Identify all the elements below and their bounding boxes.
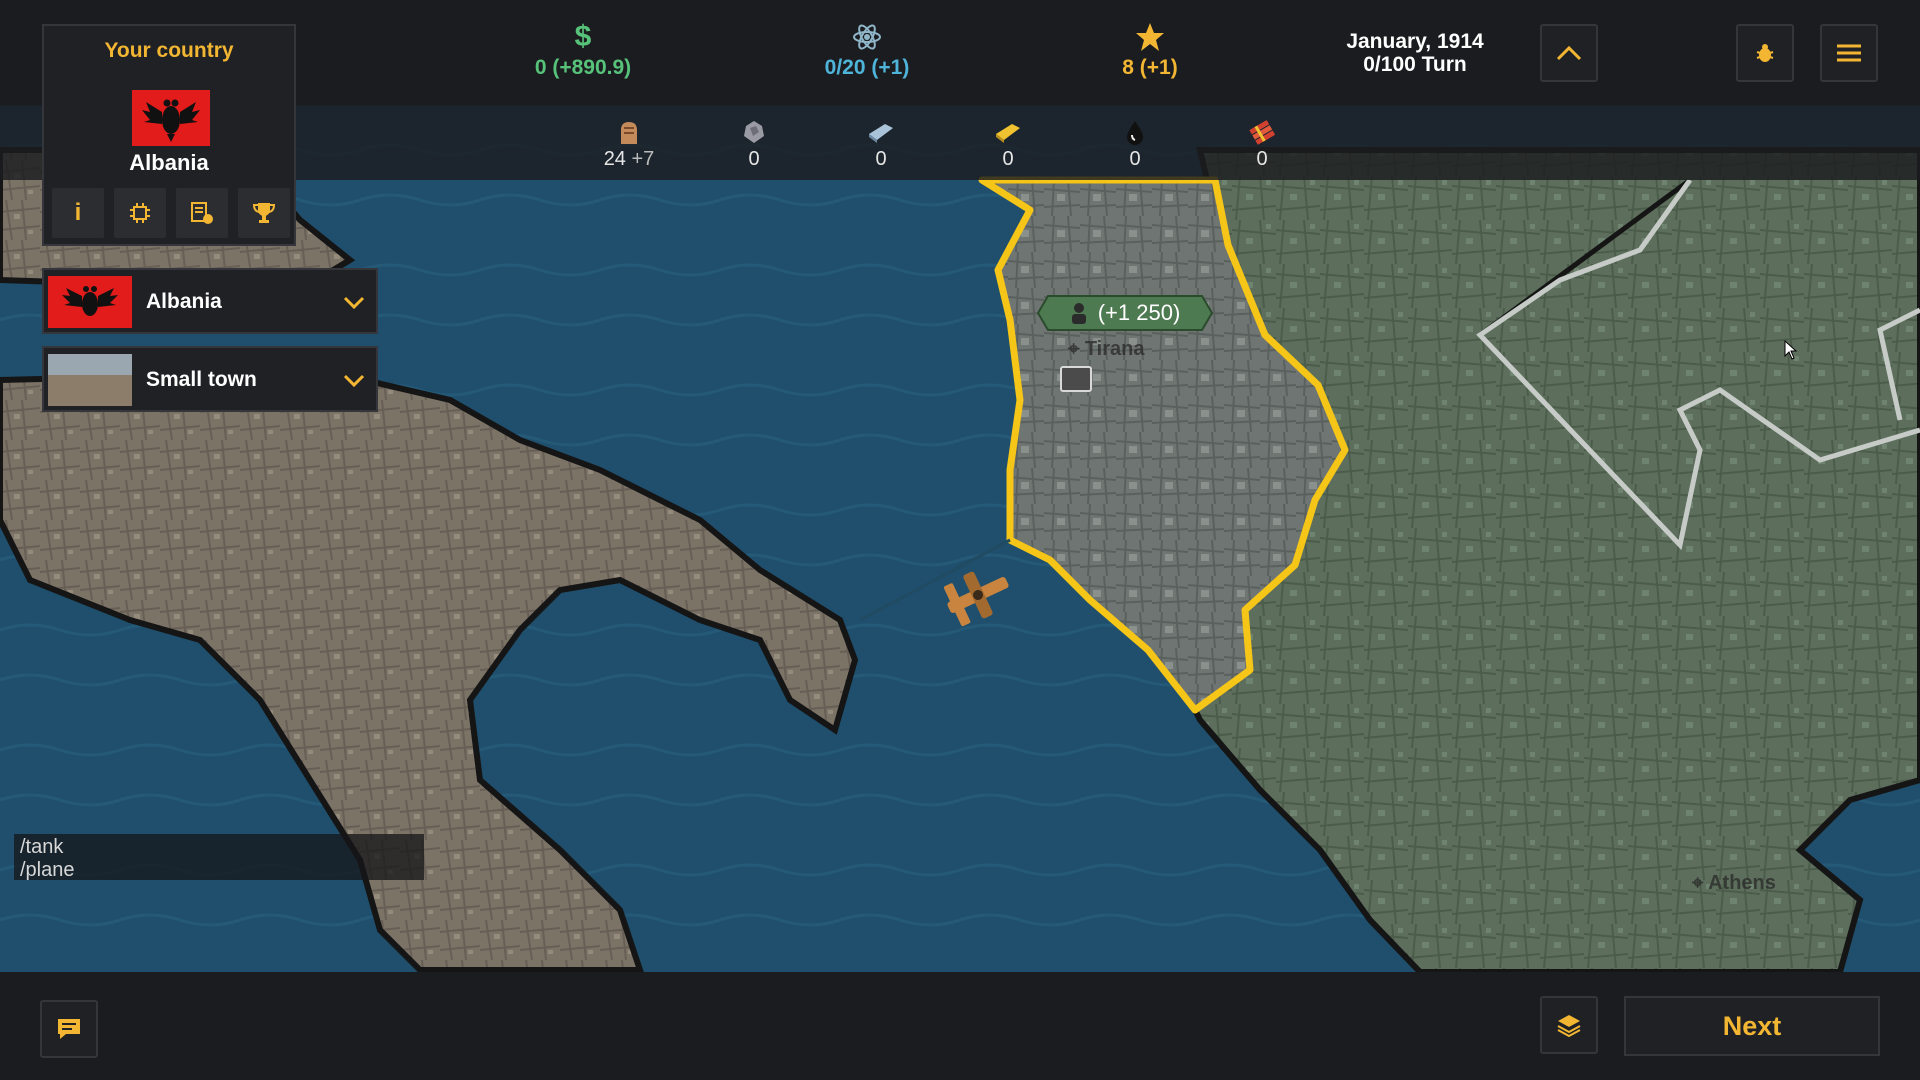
oil-value: 0 xyxy=(1129,148,1141,170)
city-name-capital: Tirana xyxy=(1084,338,1145,360)
layers-icon xyxy=(1557,1015,1581,1037)
trophy-icon xyxy=(252,203,276,223)
science-value: 0/20 (+1) xyxy=(824,56,910,79)
console-line: /plane xyxy=(20,859,75,881)
console-line: /tank xyxy=(20,836,64,858)
country-name: Albania xyxy=(129,150,209,175)
tank-unit[interactable] xyxy=(1060,366,1092,392)
chevron-down-icon xyxy=(343,374,365,388)
gold-value: 0 xyxy=(1002,148,1014,170)
manpower-icon xyxy=(579,118,679,146)
turn-counter: 0/100 Turn xyxy=(1363,53,1467,76)
chat-button[interactable] xyxy=(40,1000,98,1058)
prestige-value: 8 (+1) xyxy=(1122,56,1178,79)
info-icon: i xyxy=(74,199,82,226)
resource-gold[interactable]: 0 xyxy=(958,118,1058,171)
policy-icon xyxy=(191,202,213,224)
population-badge: (+1 250) xyxy=(1036,294,1214,332)
prestige-stat[interactable]: 8 (+1) xyxy=(1040,22,1260,80)
science-stat[interactable]: 0/20 (+1) xyxy=(757,22,977,80)
region-selector-label: Small town xyxy=(146,368,257,391)
iron-icon xyxy=(704,118,804,146)
resource-manpower[interactable]: 24 +7 xyxy=(579,118,679,171)
albania-flag xyxy=(132,90,210,146)
map-layers-button[interactable] xyxy=(1540,996,1598,1054)
explosives-value: 0 xyxy=(1256,148,1268,170)
city-label-capital[interactable]: ⌖ Tirana xyxy=(1068,338,1145,361)
country-card: Your country Albania i xyxy=(42,24,296,246)
chevron-up-icon xyxy=(1556,45,1582,61)
dollar-icon: $ xyxy=(574,20,592,53)
current-date: January, 1914 xyxy=(1346,30,1484,53)
collapse-button[interactable] xyxy=(1540,24,1598,82)
policy-button[interactable] xyxy=(176,188,228,238)
hamburger-icon xyxy=(1837,44,1861,62)
population-growth-label: (+1 250) xyxy=(1097,300,1181,325)
oil-icon xyxy=(1085,118,1185,146)
resource-explosives[interactable]: 0 xyxy=(1212,118,1312,171)
country-selector-label: Albania xyxy=(146,290,222,313)
command-console: /tank /plane xyxy=(14,834,424,881)
bug-icon xyxy=(1756,44,1774,62)
money-value: 0 (+890.9) xyxy=(534,56,632,79)
resource-oil[interactable]: 0 xyxy=(1085,118,1185,171)
city-label-other[interactable]: ⌖ Athens xyxy=(1692,872,1776,895)
manpower-delta: +7 xyxy=(631,148,655,170)
location-pin-icon: ⌖ xyxy=(1692,872,1704,894)
country-selector[interactable]: Albania xyxy=(42,268,378,334)
resource-iron[interactable]: 0 xyxy=(704,118,804,171)
small-town-thumbnail xyxy=(48,354,132,406)
manpower-value: 24 xyxy=(603,148,626,170)
gold-icon xyxy=(958,118,1058,146)
next-turn-label: Next xyxy=(1722,1010,1782,1041)
resource-steel[interactable]: 0 xyxy=(831,118,931,171)
explosives-icon xyxy=(1212,118,1312,146)
region-selector[interactable]: Small town xyxy=(42,346,378,412)
country-card-title: Your country xyxy=(104,39,234,62)
mouse-cursor-icon xyxy=(1784,340,1798,360)
country-info-button[interactable]: i xyxy=(52,188,104,238)
technology-icon xyxy=(130,203,150,223)
iron-value: 0 xyxy=(748,148,760,170)
money-stat[interactable]: $ 0 (+890.9) xyxy=(473,22,693,80)
albania-flag-thumb xyxy=(48,276,132,328)
steel-icon xyxy=(831,118,931,146)
technology-button[interactable] xyxy=(114,188,166,238)
city-name-other: Athens xyxy=(1708,872,1776,894)
soldier-icon xyxy=(1070,302,1088,324)
star-icon xyxy=(1040,22,1260,52)
achievements-button[interactable] xyxy=(238,188,290,238)
atom-icon xyxy=(757,22,977,52)
location-pin-icon: ⌖ xyxy=(1068,338,1080,360)
next-turn-button[interactable]: Next xyxy=(1624,996,1880,1056)
date-display: January, 1914 0/100 Turn xyxy=(1290,30,1540,76)
chevron-down-icon xyxy=(343,296,365,310)
bug-report-button[interactable] xyxy=(1736,24,1794,82)
steel-value: 0 xyxy=(875,148,887,170)
chat-icon xyxy=(58,1019,80,1039)
menu-button[interactable] xyxy=(1820,24,1878,82)
